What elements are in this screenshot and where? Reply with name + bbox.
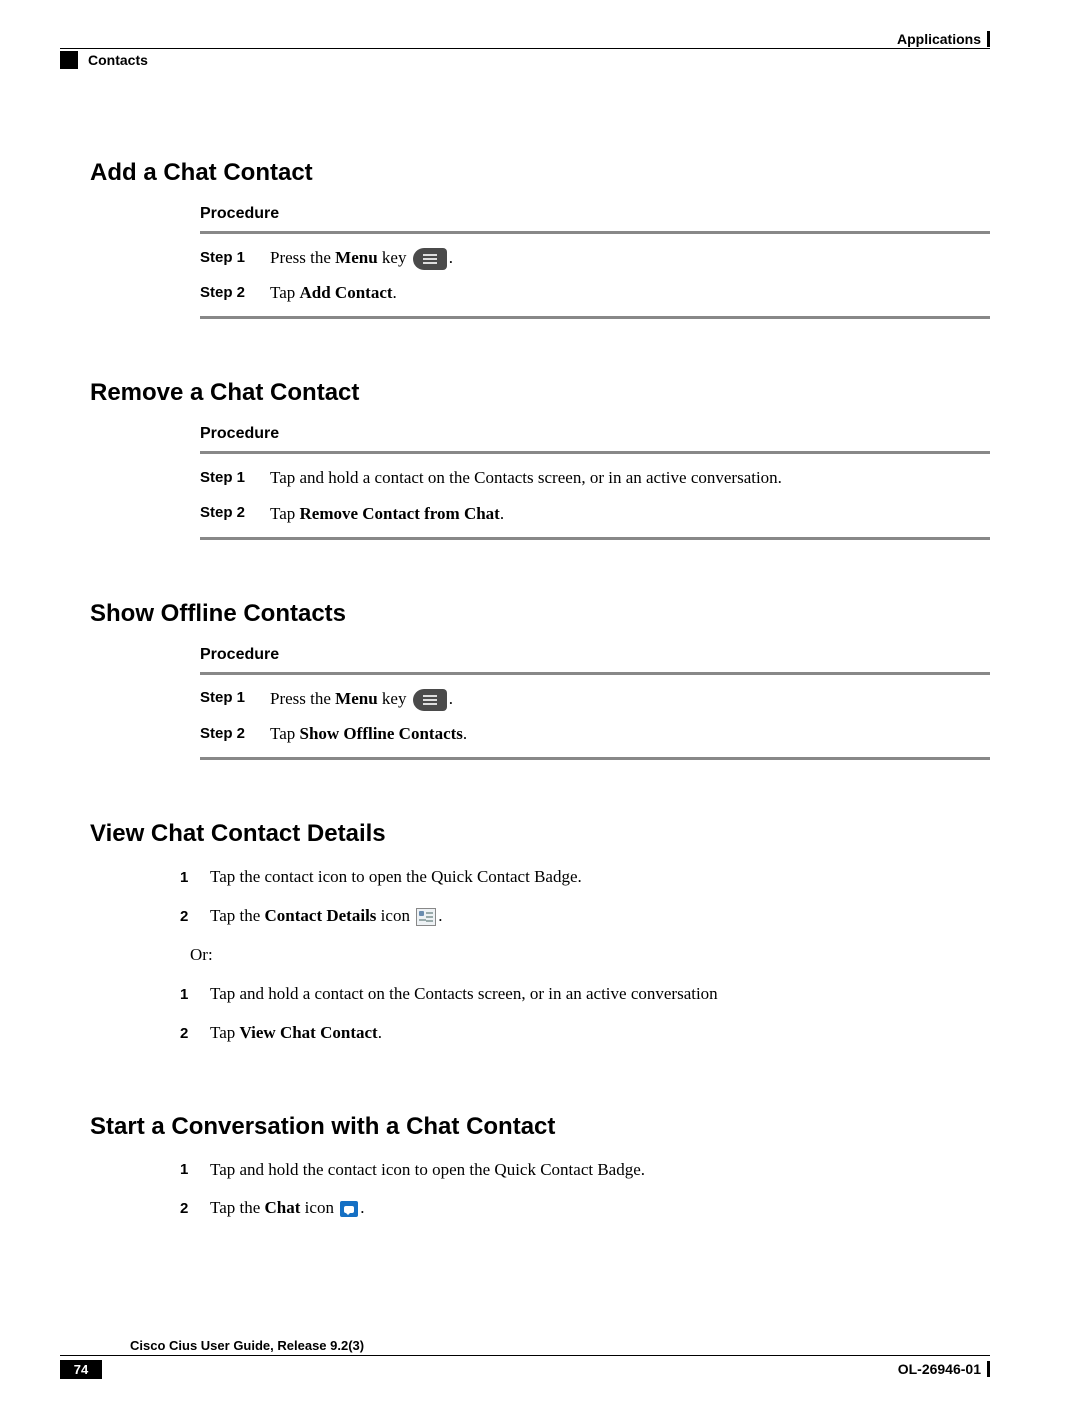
step-body: Tap Show Offline Contacts. <box>270 720 467 747</box>
or-label: Or: <box>60 945 990 965</box>
section-title-start: Start a Conversation with a Chat Contact <box>90 1113 990 1141</box>
list-body: Tap the Chat icon . <box>210 1193 364 1224</box>
list-item: 1 Tap and hold the contact icon to open … <box>60 1151 990 1190</box>
header-left-row: Contacts <box>60 51 990 69</box>
list-body: Tap and hold a contact on the Contacts s… <box>210 979 718 1010</box>
procedure-label: Procedure <box>200 646 990 664</box>
step-body: Tap Add Contact. <box>270 279 397 306</box>
contact-details-icon <box>416 908 436 926</box>
header-right-label: Applications <box>897 31 981 47</box>
footer-bar-icon <box>987 1361 990 1377</box>
list-number: 1 <box>180 1156 210 1183</box>
page-number: 74 <box>60 1360 102 1379</box>
chat-icon <box>340 1201 358 1217</box>
procedure-table-offline: Step 1 Press the Menu key . Step 2 Tap S… <box>140 672 990 760</box>
numbered-list-start: 1 Tap and hold the contact icon to open … <box>60 1151 990 1228</box>
step-row: Step 1 Tap and hold a contact on the Con… <box>140 460 990 495</box>
list-body: Tap the Contact Details icon . <box>210 901 442 932</box>
step-row: Step 1 Press the Menu key . <box>140 681 990 716</box>
procedure-label: Procedure <box>200 425 990 443</box>
list-number: 2 <box>180 1195 210 1222</box>
procedure-label: Procedure <box>200 205 990 223</box>
section-title-remove: Remove a Chat Contact <box>90 379 990 407</box>
list-item: 2 Tap View Chat Contact. <box>60 1014 990 1053</box>
menu-key-icon <box>413 689 447 711</box>
step-body: Press the Menu key . <box>270 685 453 712</box>
step-label: Step 2 <box>200 281 270 305</box>
page-footer: Cisco Cius User Guide, Release 9.2(3) 74… <box>60 1338 990 1379</box>
step-body: Tap and hold a contact on the Contacts s… <box>270 464 782 491</box>
list-number: 1 <box>180 981 210 1008</box>
list-number: 1 <box>180 864 210 891</box>
procedure-table-remove: Step 1 Tap and hold a contact on the Con… <box>140 451 990 539</box>
footer-guide-title: Cisco Cius User Guide, Release 9.2(3) <box>130 1338 990 1353</box>
step-label: Step 2 <box>200 501 270 525</box>
procedure-table-add: Step 1 Press the Menu key . Step 2 Tap A… <box>140 231 990 319</box>
section-title-add: Add a Chat Contact <box>90 159 990 187</box>
list-item: 1 Tap and hold a contact on the Contacts… <box>60 975 990 1014</box>
page: Applications Contacts Add a Chat Contact… <box>0 0 1080 1409</box>
list-body: Tap the contact icon to open the Quick C… <box>210 862 582 893</box>
step-row: Step 1 Press the Menu key . <box>140 240 990 275</box>
step-label: Step 1 <box>200 686 270 710</box>
list-number: 2 <box>180 1020 210 1047</box>
header-left-label: Contacts <box>88 52 148 68</box>
list-item: 2 Tap the Contact Details icon . <box>60 897 990 936</box>
header-bar-icon <box>987 31 990 47</box>
list-body: Tap View Chat Contact. <box>210 1018 382 1049</box>
step-row: Step 2 Tap Show Offline Contacts. <box>140 716 990 751</box>
numbered-list-a: 1 Tap the contact icon to open the Quick… <box>60 858 990 935</box>
step-body: Press the Menu key . <box>270 244 453 271</box>
step-label: Step 1 <box>200 466 270 490</box>
step-body: Tap Remove Contact from Chat. <box>270 500 504 527</box>
step-row: Step 2 Tap Remove Contact from Chat. <box>140 496 990 531</box>
list-item: 2 Tap the Chat icon . <box>60 1189 990 1228</box>
section-title-offline: Show Offline Contacts <box>90 600 990 628</box>
list-number: 2 <box>180 903 210 930</box>
footer-doc-id: OL-26946-01 <box>898 1361 981 1377</box>
step-label: Step 2 <box>200 722 270 746</box>
list-body: Tap and hold the contact icon to open th… <box>210 1155 645 1186</box>
menu-key-icon <box>413 248 447 270</box>
numbered-list-b: 1 Tap and hold a contact on the Contacts… <box>60 975 990 1052</box>
step-row: Step 2 Tap Add Contact. <box>140 275 990 310</box>
running-header: Applications <box>60 30 990 48</box>
section-title-view: View Chat Contact Details <box>90 820 990 848</box>
header-marker-icon <box>60 51 78 69</box>
step-label: Step 1 <box>200 246 270 270</box>
list-item: 1 Tap the contact icon to open the Quick… <box>60 858 990 897</box>
